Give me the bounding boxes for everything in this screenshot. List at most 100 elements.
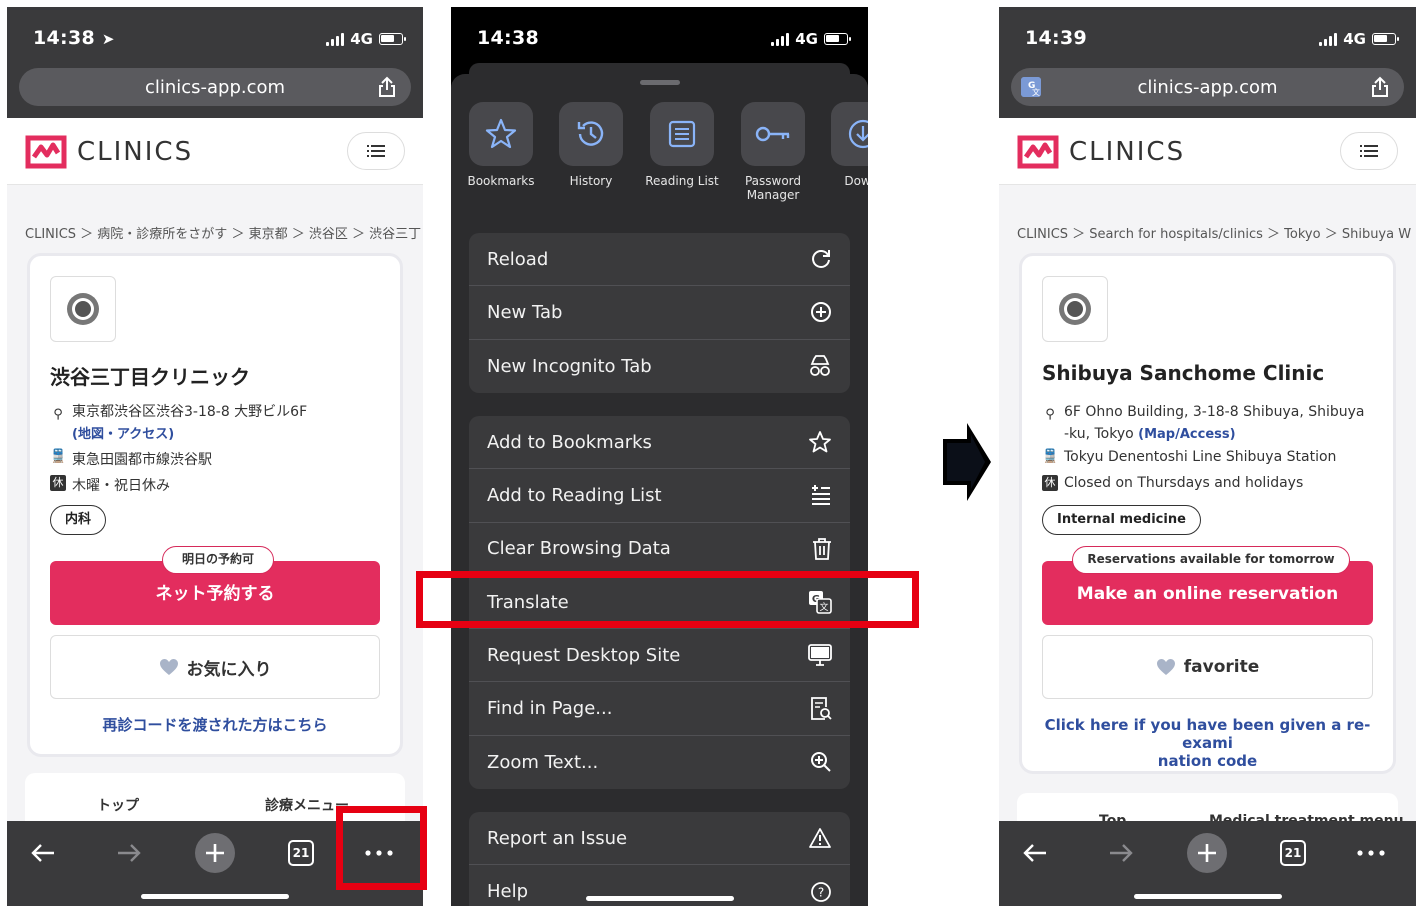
map-access-link[interactable]: (地図・アクセス) <box>72 427 174 442</box>
battery-icon <box>824 33 851 45</box>
address-line2: -ku, Tokyo <box>1064 426 1134 442</box>
network-type: 4G <box>350 30 373 48</box>
menu-group-help: Report an Issue Help? <box>469 812 850 906</box>
password-manager-action[interactable]: Password Manager <box>728 102 818 202</box>
phone-menu: 14:38 4G Bookmarks History Reading List … <box>451 7 868 906</box>
address-bar[interactable]: clinics-app.com <box>19 68 411 106</box>
forward-arrow-icon <box>118 844 141 862</box>
menu-reload[interactable]: Reload <box>469 233 850 287</box>
url-text: clinics-app.com <box>1137 76 1278 98</box>
clinics-logo[interactable]: CLINICS <box>1017 135 1185 169</box>
clinic-name: 渋谷三丁目クリニック <box>50 365 250 389</box>
address-row: ⚲ 6F Ohno Building, 3-18-8 Shibuya, Shib… <box>1042 401 1365 446</box>
browser-top-bar: 14:38 ➤ 4G clinics-app.com <box>7 7 423 118</box>
menu-new-tab[interactable]: New Tab <box>469 286 850 340</box>
menu-clear-browsing-data[interactable]: Clear Browsing Data <box>469 523 850 576</box>
find-in-page-icon <box>811 696 832 720</box>
more-options-button[interactable] <box>359 833 399 873</box>
tomorrow-badge: 明日の予約可 <box>162 546 274 574</box>
address-bar[interactable]: G文 clinics-app.com <box>1011 68 1404 106</box>
desktop-icon <box>808 644 832 667</box>
translate-icon: G文 <box>809 591 832 614</box>
star-icon <box>485 118 517 149</box>
tab-menu[interactable]: 診療メニュー <box>265 795 349 815</box>
warning-icon <box>809 828 831 849</box>
station-row: 🚆 Tokyu Denentoshi Line Shibuya Station <box>1042 449 1336 465</box>
share-icon[interactable] <box>377 76 397 98</box>
forward-button[interactable] <box>109 833 149 873</box>
menu-add-bookmark[interactable]: Add to Bookmarks <box>469 416 850 470</box>
tab-switcher-button[interactable]: 21 <box>1273 833 1313 873</box>
add-circle-icon <box>811 302 831 323</box>
svg-text:?: ? <box>818 885 824 899</box>
back-button[interactable] <box>23 833 63 873</box>
tomorrow-badge: Reservations available for tomorrow <box>1072 546 1350 574</box>
menu-add-reading-list[interactable]: Add to Reading List <box>469 469 850 523</box>
sheet-grabber[interactable] <box>639 80 680 85</box>
revisit-code-link[interactable]: 再診コードを渡された方はこちら <box>40 716 390 734</box>
svg-text:文: 文 <box>819 601 828 613</box>
incognito-icon <box>810 355 830 377</box>
revisit-code-link[interactable]: Click here if you have been given a re-e… <box>1032 716 1383 770</box>
train-icon: 🚆 <box>50 449 67 464</box>
closed-text: Closed on Thursdays and holidays <box>1064 475 1304 491</box>
back-arrow-icon <box>31 844 54 862</box>
clinic-card: 渋谷三丁目クリニック ⚲ 東京都渋谷区渋谷3-18-8 大野ビル6F (地図・アク… <box>27 253 403 757</box>
tab-count: 21 <box>288 840 314 866</box>
favorite-label: favorite <box>1183 657 1260 677</box>
favorite-button[interactable]: お気に入り <box>50 635 380 699</box>
new-tab-button[interactable] <box>195 833 235 873</box>
ellipsis-icon <box>1357 850 1385 856</box>
key-icon <box>755 126 790 142</box>
network-type: 4G <box>795 30 818 48</box>
favorite-button[interactable]: favorite <box>1042 635 1373 699</box>
status-time: 14:38 ➤ <box>33 27 115 49</box>
browser-toolbar: 21 <box>7 821 423 906</box>
new-tab-button[interactable] <box>1187 833 1227 873</box>
status-icons: 4G <box>326 30 406 48</box>
clinics-logo[interactable]: CLINICS <box>25 135 193 169</box>
signal-icon <box>1319 32 1338 46</box>
menu-button[interactable] <box>347 132 405 170</box>
map-access-link[interactable]: (Map/Access) <box>1138 427 1235 442</box>
zoom-in-icon <box>811 752 831 773</box>
history-action[interactable]: History <box>546 102 636 188</box>
status-time: 14:38 <box>477 27 539 49</box>
tab-top[interactable]: トップ <box>97 795 139 815</box>
next-step-arrow-icon <box>943 423 991 501</box>
bookmarks-action[interactable]: Bookmarks <box>456 102 546 188</box>
menu-label: Clear Browsing Data <box>487 538 671 560</box>
downloads-label: Downl <box>844 174 868 188</box>
department-tag: 内科 <box>50 505 107 535</box>
menu-zoom-text[interactable]: Zoom Text... <box>469 736 850 789</box>
breadcrumb[interactable]: CLINICS ＞ Search for hospitals/clinics ＞… <box>1017 223 1411 242</box>
translate-indicator-icon[interactable]: G文 <box>1021 77 1041 97</box>
forward-button[interactable] <box>1101 833 1141 873</box>
star-outline-icon <box>809 431 831 453</box>
menu-find-in-page[interactable]: Find in Page... <box>469 682 850 736</box>
menu-request-desktop-site[interactable]: Request Desktop Site <box>469 629 850 683</box>
battery-icon <box>1372 33 1399 45</box>
ellipsis-icon <box>365 850 393 856</box>
more-options-button[interactable] <box>1351 833 1391 873</box>
address-line1: 6F Ohno Building, 3-18-8 Shibuya, Shibuy… <box>1064 404 1365 420</box>
downloads-action[interactable]: Downl <box>818 102 868 188</box>
tab-switcher-button[interactable]: 21 <box>281 833 321 873</box>
reading-list-action[interactable]: Reading List <box>637 102 727 188</box>
menu-report-issue[interactable]: Report an Issue <box>469 812 850 866</box>
train-icon: 🚆 <box>1042 449 1059 464</box>
menu-new-incognito-tab[interactable]: New Incognito Tab <box>469 340 850 393</box>
menu-button[interactable] <box>1340 132 1398 170</box>
clinic-logo-icon <box>1059 293 1091 325</box>
clinic-name: Shibuya Sanchome Clinic <box>1042 361 1325 385</box>
closed-text: 木曜・祝日休み <box>72 478 170 494</box>
menu-translate[interactable]: Translate G 文 <box>469 576 850 630</box>
tab-count: 21 <box>1280 840 1306 866</box>
location-pin-icon: ⚲ <box>1045 407 1055 422</box>
share-icon[interactable] <box>1370 76 1390 98</box>
home-indicator <box>141 894 289 899</box>
station-text: 東急田園都市線渋谷駅 <box>72 452 212 468</box>
back-button[interactable] <box>1015 833 1055 873</box>
reading-list-label: Reading List <box>645 174 719 188</box>
breadcrumb[interactable]: CLINICS ＞ 病院・診療所をさがす ＞ 東京都 ＞ 渋谷区 ＞ 渋谷三丁 <box>25 223 421 242</box>
